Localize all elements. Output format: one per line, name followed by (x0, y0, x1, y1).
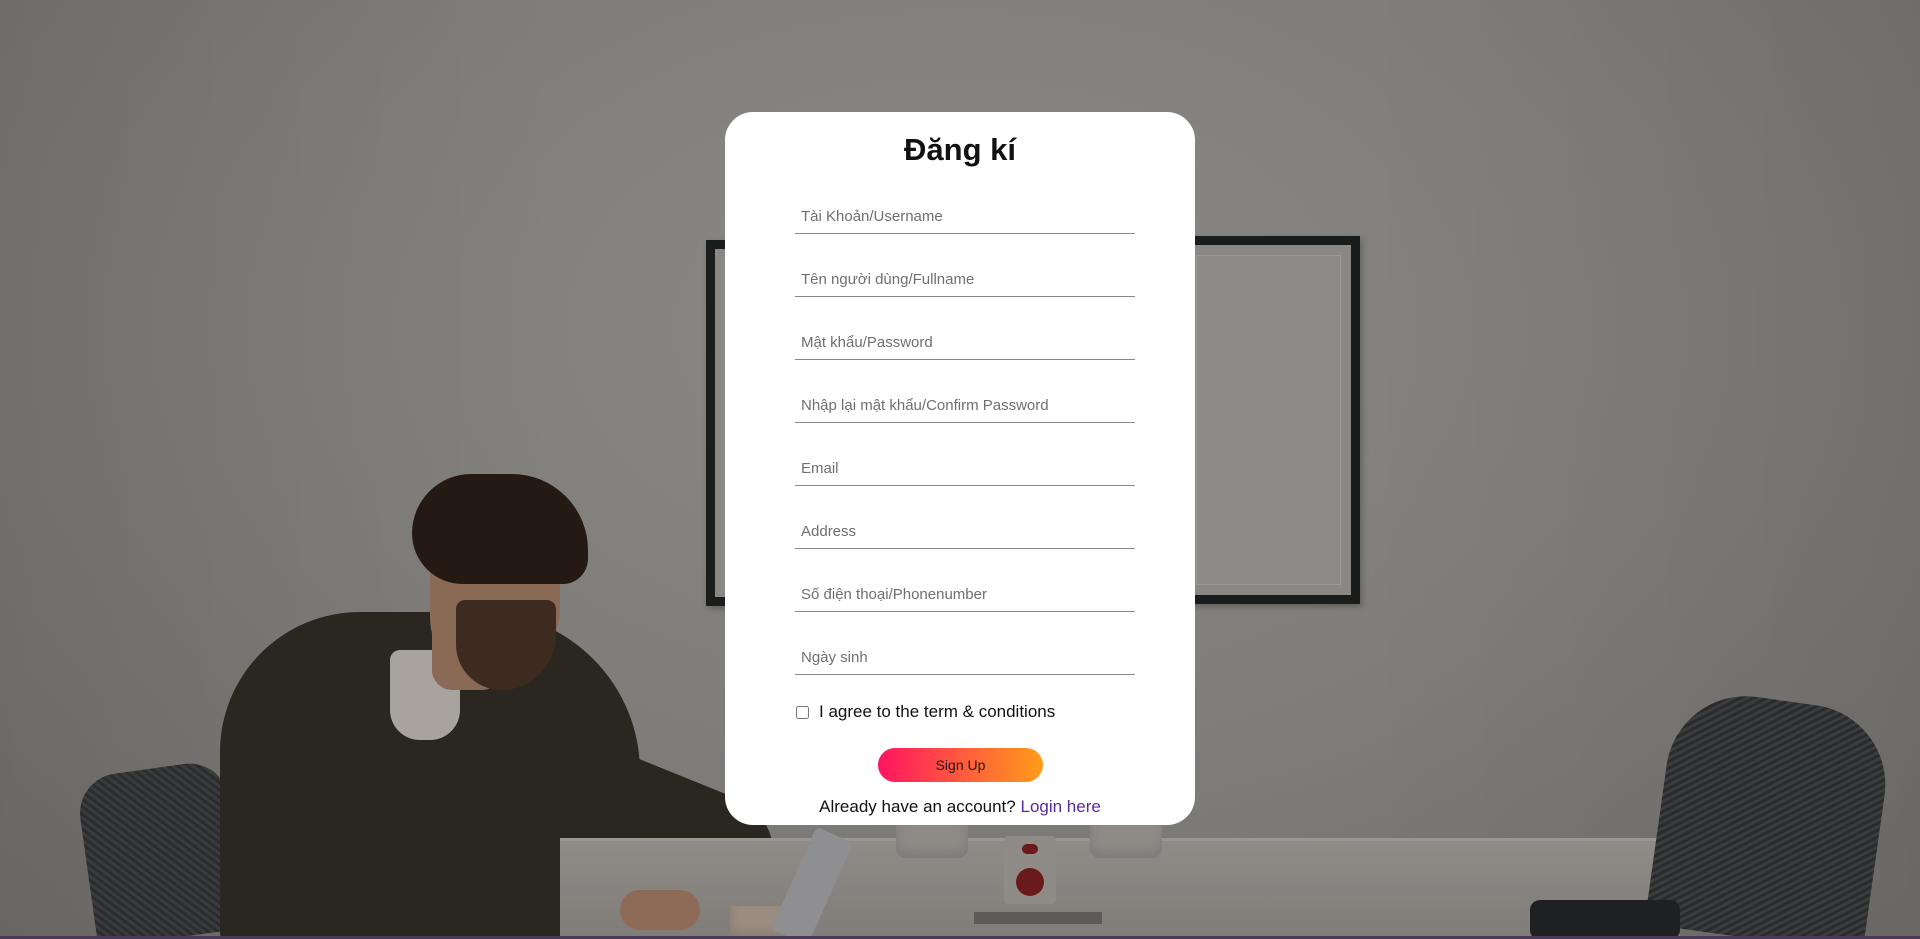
birthdate-input[interactable] (795, 635, 1135, 675)
picture-frame-right (1186, 236, 1360, 604)
sign-up-button[interactable]: Sign Up (878, 748, 1043, 782)
password-input[interactable] (795, 320, 1135, 360)
username-input[interactable] (795, 194, 1135, 234)
confirm-password-field (795, 383, 1135, 423)
username-field (795, 194, 1135, 234)
chair-armrest (1530, 900, 1680, 939)
terms-agreement[interactable]: I agree to the term & conditions (795, 702, 1055, 722)
email-field (795, 446, 1135, 486)
fullname-input[interactable] (795, 257, 1135, 297)
phone-field (795, 572, 1135, 612)
form-title: Đăng kí (904, 132, 1016, 167)
birthdate-field (795, 635, 1135, 675)
person-hand (620, 890, 700, 930)
password-field (795, 320, 1135, 360)
cup (1090, 820, 1162, 858)
power-socket (1004, 836, 1056, 904)
cup (896, 820, 968, 858)
login-prompt-text: Already have an account? (819, 797, 1016, 816)
address-input[interactable] (795, 509, 1135, 549)
terms-label: I agree to the term & conditions (819, 702, 1056, 721)
phone-input[interactable] (795, 572, 1135, 612)
login-link[interactable]: Login here (1020, 797, 1100, 816)
login-prompt: Already have an account? Login here (725, 797, 1195, 817)
signup-card: Đăng kí I agree to the term & conditions… (725, 112, 1195, 825)
address-field (795, 509, 1135, 549)
desk-tray (974, 912, 1102, 924)
fullname-field (795, 257, 1135, 297)
terms-checkbox[interactable] (796, 705, 809, 719)
email-input[interactable] (795, 446, 1135, 486)
confirm-password-input[interactable] (795, 383, 1135, 423)
